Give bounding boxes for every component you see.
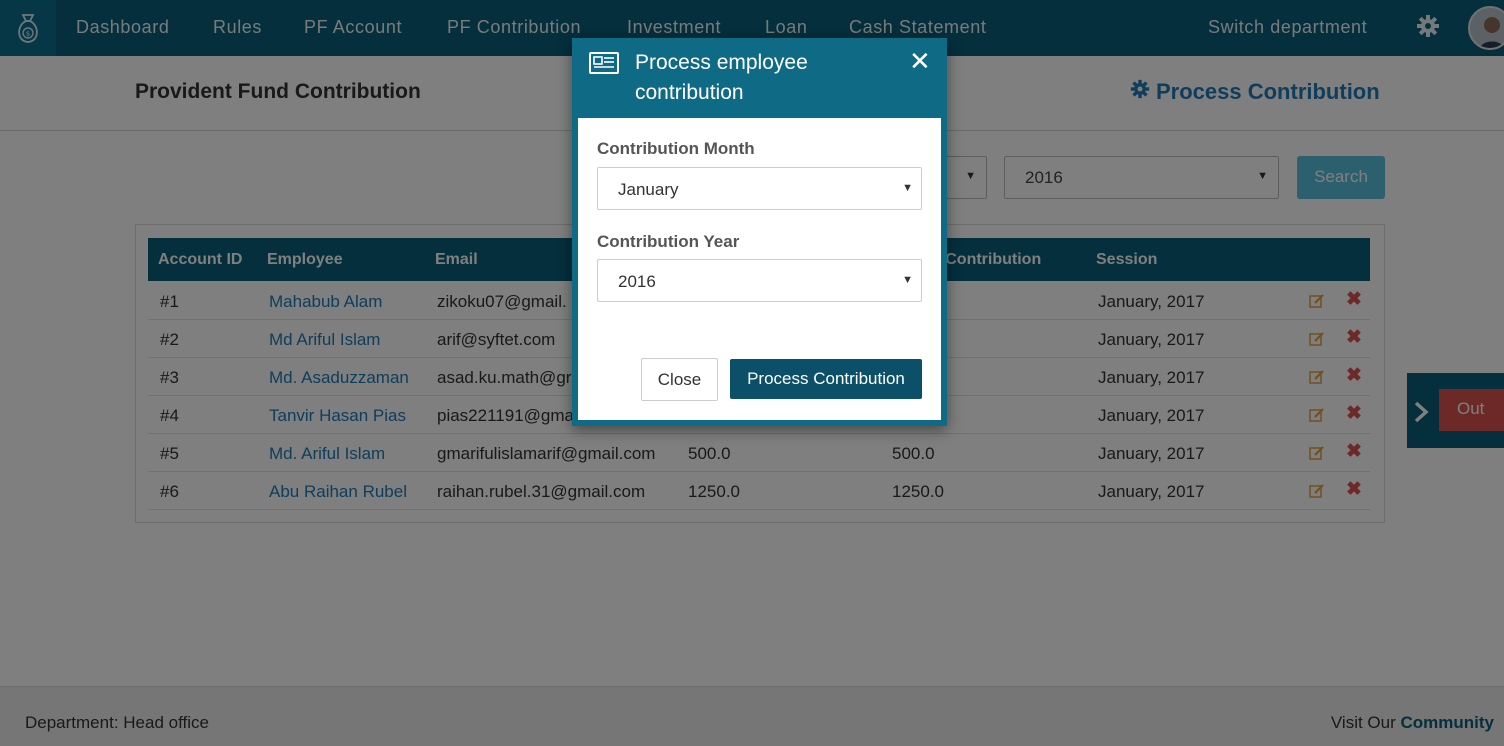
contribution-month-select[interactable]: January ▼ [597,167,922,210]
chevron-down-icon: ▼ [902,182,913,194]
contribution-year-select[interactable]: 2016 ▼ [597,259,922,302]
contribution-month-label: Contribution Month [597,139,755,158]
contribution-year-value: 2016 [618,272,656,291]
close-button[interactable]: Close [641,358,718,401]
modal-title: Process employee contribution [635,51,808,104]
contribution-year-label: Contribution Year [597,232,740,251]
newspaper-icon [589,52,619,74]
process-contribution-button[interactable]: Process Contribution [730,359,922,399]
contribution-month-value: January [618,180,679,199]
chevron-down-icon: ▼ [902,274,913,286]
close-icon[interactable]: ✕ [909,48,931,74]
